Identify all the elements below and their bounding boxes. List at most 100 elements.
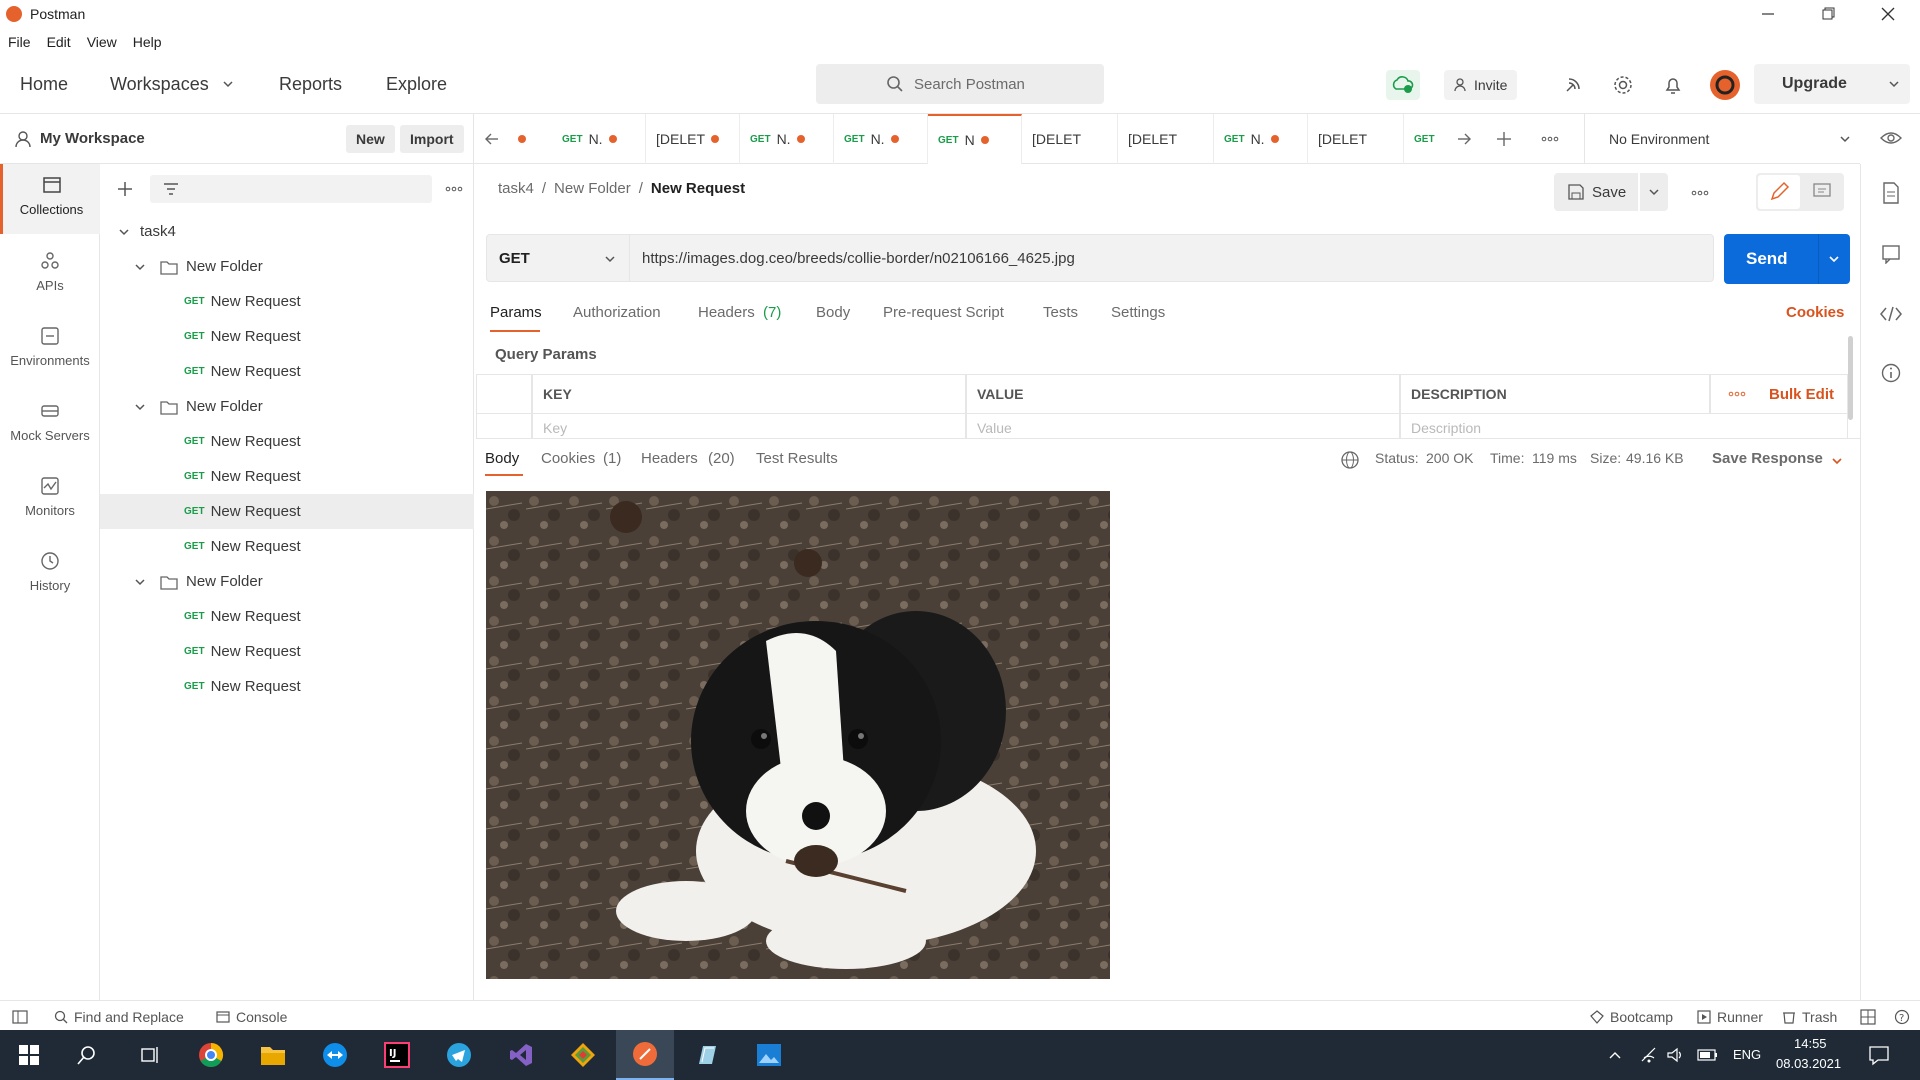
- tab-6[interactable]: [DELET: [1022, 114, 1118, 164]
- runner-link[interactable]: Runner: [1717, 1009, 1763, 1025]
- taskbar-search-icon[interactable]: [58, 1030, 116, 1080]
- chrome-icon[interactable]: [182, 1030, 240, 1080]
- tab-4[interactable]: GET N.: [834, 114, 928, 164]
- sourcetree-icon[interactable]: [554, 1030, 612, 1080]
- invite-button[interactable]: Invite: [1444, 70, 1518, 100]
- bell-icon[interactable]: [1662, 74, 1684, 96]
- volume-icon[interactable]: [1666, 1046, 1684, 1064]
- comment-icon[interactable]: [1812, 182, 1832, 202]
- telegram-icon[interactable]: [430, 1030, 488, 1080]
- intellij-icon[interactable]: IJ: [368, 1030, 426, 1080]
- response-divider[interactable]: [476, 438, 1860, 439]
- trash-link[interactable]: Trash: [1802, 1009, 1837, 1025]
- globe-icon[interactable]: [1340, 450, 1360, 470]
- environment-select[interactable]: No Environment: [1584, 114, 1860, 164]
- tab-params[interactable]: Params: [490, 304, 542, 321]
- folder-1[interactable]: New Folder: [100, 249, 474, 284]
- request-item[interactable]: GET New Request: [100, 284, 474, 319]
- rail-history[interactable]: History: [0, 540, 100, 610]
- rail-apis[interactable]: APIs: [0, 240, 100, 310]
- request-item[interactable]: GET New Request: [100, 599, 474, 634]
- eye-icon[interactable]: [1880, 127, 1902, 149]
- method-select[interactable]: GET: [486, 234, 630, 282]
- notification-icon[interactable]: [1868, 1044, 1890, 1066]
- nav-home[interactable]: Home: [20, 74, 68, 95]
- windows-start-icon[interactable]: [0, 1030, 58, 1080]
- menu-help[interactable]: Help: [133, 34, 162, 50]
- postman-taskbar-icon[interactable]: [616, 1030, 674, 1080]
- rail-monitors[interactable]: Monitors: [0, 465, 100, 535]
- bootcamp-link[interactable]: Bootcamp: [1610, 1009, 1673, 1025]
- scrollbar[interactable]: [1848, 336, 1853, 420]
- chevron-down-icon[interactable]: [118, 226, 130, 238]
- rail-environments[interactable]: Environments: [0, 315, 100, 385]
- send-button[interactable]: Send: [1724, 234, 1850, 284]
- layout-icon[interactable]: [1860, 1009, 1876, 1025]
- bulk-edit-link[interactable]: Bulk Edit: [1769, 386, 1834, 403]
- more-icon[interactable]: [1727, 389, 1747, 399]
- file-explorer-icon[interactable]: [244, 1030, 302, 1080]
- cookies-link[interactable]: Cookies: [1786, 304, 1844, 321]
- code-icon[interactable]: [1879, 304, 1903, 324]
- chevron-down-icon[interactable]: [134, 261, 146, 273]
- request-item-selected[interactable]: GET New Request: [100, 494, 474, 529]
- restore-button[interactable]: [1820, 6, 1836, 22]
- filter-input[interactable]: [150, 175, 432, 203]
- network-icon[interactable]: [1640, 1046, 1658, 1064]
- sidebar-toggle-icon[interactable]: [12, 1009, 28, 1025]
- tab-2[interactable]: [DELET: [646, 114, 740, 164]
- request-item[interactable]: GET New Request: [100, 354, 474, 389]
- request-item[interactable]: GET New Request: [100, 424, 474, 459]
- comment-icon[interactable]: [1881, 244, 1901, 264]
- tab-9[interactable]: [DELET: [1308, 114, 1404, 164]
- gear-icon[interactable]: [1612, 74, 1634, 96]
- collection-task4[interactable]: task4: [100, 214, 474, 249]
- folder-3[interactable]: New Folder: [100, 564, 474, 599]
- request-item[interactable]: GET New Request: [100, 529, 474, 564]
- request-item[interactable]: GET New Request: [100, 459, 474, 494]
- close-button[interactable]: [1880, 6, 1896, 22]
- response-tab-headers[interactable]: Headers: [641, 450, 698, 467]
- clock-time[interactable]: 14:55: [1794, 1036, 1827, 1051]
- value-input[interactable]: Value: [966, 414, 1400, 438]
- row-checkbox[interactable]: [476, 414, 532, 438]
- nav-workspaces[interactable]: Workspaces: [110, 74, 209, 95]
- folder-2[interactable]: New Folder: [100, 389, 474, 424]
- description-input[interactable]: Description: [1400, 414, 1848, 438]
- breadcrumb-request[interactable]: New Request: [651, 180, 745, 197]
- pencil-icon[interactable]: [1758, 175, 1800, 209]
- console-link[interactable]: Console: [236, 1009, 287, 1025]
- more-icon[interactable]: [1690, 188, 1710, 198]
- chevron-down-icon[interactable]: [222, 78, 234, 90]
- info-icon[interactable]: [1880, 362, 1902, 384]
- menu-view[interactable]: View: [87, 34, 117, 50]
- plus-icon[interactable]: [1496, 131, 1512, 147]
- tab-0[interactable]: [502, 114, 552, 164]
- url-input[interactable]: https://images.dog.ceo/breeds/collie-bor…: [630, 234, 1714, 282]
- chevron-down-icon[interactable]: [1831, 455, 1843, 467]
- tab-authorization[interactable]: Authorization: [573, 304, 661, 321]
- tab-7[interactable]: [DELET: [1118, 114, 1214, 164]
- edit-mode-toggle[interactable]: [1756, 173, 1844, 211]
- nav-explore[interactable]: Explore: [386, 74, 447, 95]
- language-indicator[interactable]: ENG: [1733, 1047, 1761, 1062]
- tab-settings[interactable]: Settings: [1111, 304, 1165, 321]
- clock-date[interactable]: 08.03.2021: [1776, 1056, 1841, 1071]
- tab-8[interactable]: GET N.: [1214, 114, 1308, 164]
- tab-1[interactable]: GET N.: [552, 114, 646, 164]
- arrow-left-icon[interactable]: [484, 131, 500, 147]
- battery-icon[interactable]: [1697, 1047, 1719, 1063]
- workspace-name[interactable]: My Workspace: [40, 130, 145, 147]
- tab-3[interactable]: GET N.: [740, 114, 834, 164]
- request-item[interactable]: GET New Request: [100, 669, 474, 704]
- import-button[interactable]: Import: [400, 125, 464, 153]
- request-item[interactable]: GET New Request: [100, 319, 474, 354]
- help-icon[interactable]: ?: [1894, 1009, 1910, 1025]
- tab-headers[interactable]: Headers: [698, 304, 755, 321]
- save-dropdown-button[interactable]: [1640, 173, 1668, 211]
- photos-icon[interactable]: [740, 1030, 798, 1080]
- breadcrumb-collection[interactable]: task4: [498, 180, 534, 197]
- menu-file[interactable]: File: [8, 34, 31, 50]
- chevron-down-icon[interactable]: [134, 401, 146, 413]
- new-button[interactable]: New: [346, 125, 395, 153]
